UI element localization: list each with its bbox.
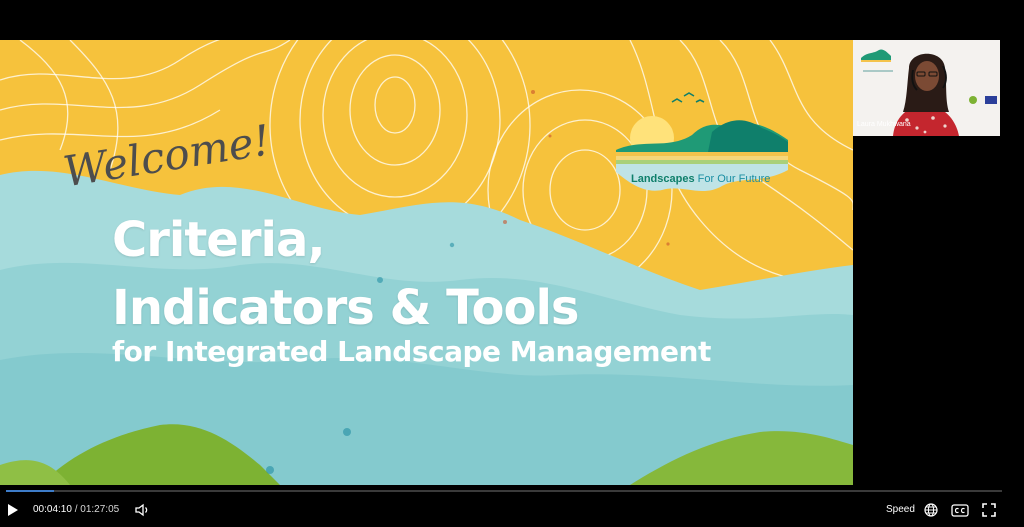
logo-text: Landscapes For Our Future [631, 173, 770, 185]
speaker-name-label: Laura Mukhwana [857, 121, 911, 128]
play-button[interactable] [4, 496, 22, 524]
time-separator: / [74, 504, 78, 515]
current-time: 00:04:10 [33, 504, 72, 515]
closed-captions-icon [951, 503, 969, 517]
logo-text-light: For Our Future [697, 173, 771, 185]
captions-button[interactable] [950, 496, 970, 524]
fullscreen-icon [982, 503, 996, 517]
fullscreen-button[interactable] [980, 496, 998, 524]
volume-button[interactable] [134, 496, 152, 524]
volume-icon [135, 503, 148, 517]
language-button[interactable] [922, 496, 940, 524]
time-display: 00:04:10 / 01:27:05 [33, 504, 119, 515]
duration: 01:27:05 [80, 504, 120, 515]
slide-title-line2: Indicators & Tools [112, 280, 579, 336]
speed-button[interactable]: Speed [886, 504, 915, 515]
progress-bar[interactable] [6, 490, 1002, 492]
logo-text-strong: Landscapes [631, 173, 695, 185]
globe-icon [924, 503, 938, 517]
progress-bar-fill [6, 490, 54, 492]
presentation-slide: Landscapes For Our Future Welcome! Crite… [0, 40, 853, 485]
slide-subtitle: for Integrated Landscape Management [112, 335, 711, 368]
slide-title-line1: Criteria, [112, 212, 326, 268]
player-controls: 00:04:10 / 01:27:05 Speed [0, 496, 1024, 527]
play-icon [8, 504, 18, 516]
